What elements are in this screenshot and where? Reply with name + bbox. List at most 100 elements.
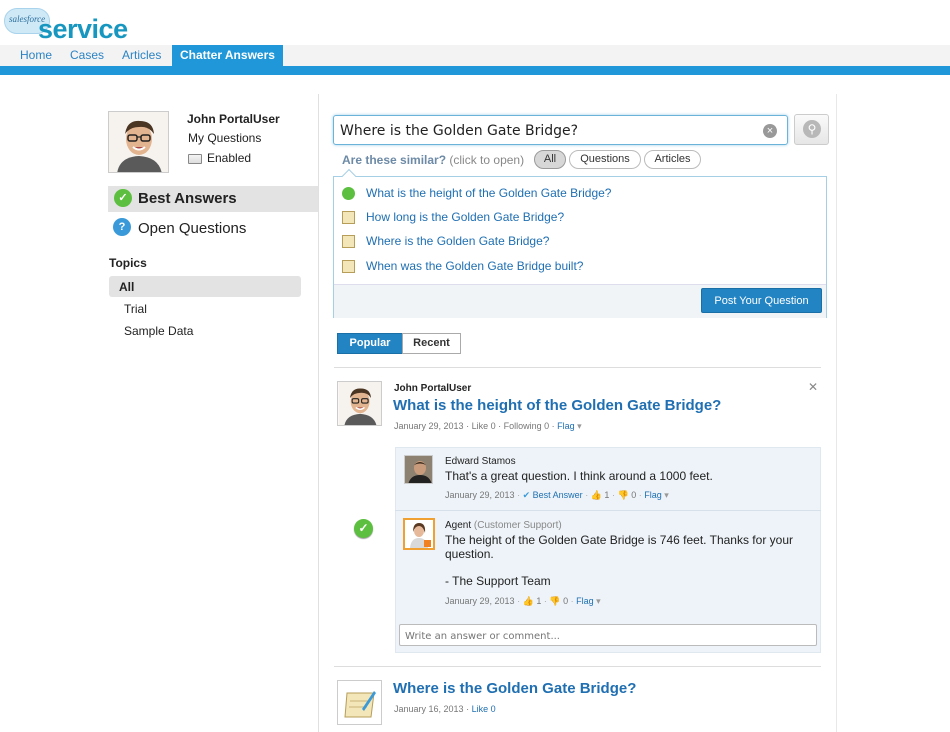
similar-result-text: When was the Golden Gate Bridge built?	[366, 259, 584, 273]
thumbs-up-icon[interactable]: 👍	[523, 596, 534, 606]
filter-questions[interactable]: Questions	[569, 150, 641, 169]
envelope-icon	[188, 153, 202, 164]
filter-articles[interactable]: Articles	[644, 150, 701, 169]
similar-result-text: Where is the Golden Gate Bridge?	[366, 234, 550, 248]
flag-link[interactable]: Flag	[557, 421, 575, 431]
enabled-label: Enabled	[207, 151, 252, 165]
topic-sample-data[interactable]: Sample Data	[124, 324, 193, 338]
tab-chatter-answers[interactable]: Chatter Answers	[172, 45, 283, 66]
reply-author[interactable]: Agent (Customer Support)	[445, 520, 562, 531]
reply-date: January 29, 2013	[445, 490, 515, 500]
similar-result-text: What is the height of the Golden Gate Br…	[366, 186, 612, 200]
chevron-down-icon[interactable]: ▾	[577, 421, 582, 431]
flag-link[interactable]: Flag	[644, 490, 662, 500]
email-notifications-toggle[interactable]: Enabled	[188, 151, 251, 165]
best-answers-nav[interactable]: ✓ Best Answers	[108, 186, 318, 212]
person-avatar-icon	[109, 112, 168, 172]
question-title[interactable]: Where is the Golden Gate Bridge?	[393, 680, 636, 697]
user-avatar[interactable]	[108, 111, 169, 173]
divider	[334, 367, 821, 368]
best-answers-label: Best Answers	[138, 190, 237, 207]
agent-avatar[interactable]	[403, 518, 435, 550]
magnifier-icon: ⚲	[803, 120, 821, 138]
my-questions-link[interactable]: My Questions	[188, 131, 261, 145]
filter-all[interactable]: All	[534, 150, 566, 169]
reply-body: The height of the Golden Gate Bridge is …	[445, 533, 793, 561]
close-icon[interactable]: ✕	[808, 380, 818, 394]
question-date: January 29, 2013	[394, 421, 464, 431]
tab-recent[interactable]: Recent	[402, 333, 461, 354]
post-your-question-button[interactable]: Post Your Question	[701, 288, 822, 313]
reply-author-name: Edward Stamos	[445, 456, 516, 467]
thumbs-down-icon[interactable]: 👎	[549, 596, 560, 606]
down-count: 0	[631, 490, 637, 500]
thumbs-down-icon[interactable]: 👎	[617, 490, 628, 500]
flag-link[interactable]: Flag	[576, 596, 594, 606]
reply-author[interactable]: Edward Stamos	[445, 456, 516, 467]
reply-author-role: (Customer Support)	[473, 520, 562, 531]
divider	[334, 666, 821, 667]
agent-person-icon	[405, 520, 433, 548]
question-note-icon	[342, 211, 355, 224]
reply-author-name: Agent	[445, 520, 472, 531]
topic-all[interactable]: All	[109, 276, 301, 297]
sidebar-divider	[318, 94, 319, 732]
reply-divider	[395, 510, 821, 511]
chevron-down-icon[interactable]: ▾	[596, 596, 601, 606]
following-count[interactable]: Following 0	[504, 421, 550, 431]
reply-body: That's a great question. I think around …	[445, 469, 713, 483]
tab-cases[interactable]: Cases	[70, 45, 104, 66]
answered-check-icon	[342, 187, 355, 200]
header-accent-bar	[0, 66, 950, 75]
user-name[interactable]: John PortalUser	[187, 112, 280, 126]
nav-tabs: Home Cases Articles Chatter Answers	[0, 45, 950, 66]
question-author[interactable]: John PortalUser	[394, 383, 471, 394]
question-date: January 16, 2013	[394, 704, 464, 714]
up-count: 1	[604, 490, 610, 500]
tab-home[interactable]: Home	[20, 45, 52, 66]
best-answer-check-icon: ✔	[522, 490, 531, 500]
question-note-icon	[338, 681, 381, 724]
similar-hint: (click to open)	[449, 153, 525, 167]
similar-label: Are these similar? (click to open)	[342, 153, 524, 167]
topic-all-label: All	[119, 280, 135, 294]
up-count: 1	[536, 596, 542, 606]
question-meta: January 16, 2013 · Like 0	[394, 704, 496, 714]
search-button[interactable]: ⚲	[794, 114, 829, 145]
reply-signature: - The Support Team	[445, 574, 551, 588]
question-mark-icon: ?	[113, 218, 131, 236]
like-count[interactable]: Like 0	[472, 421, 496, 431]
person-avatar-icon	[405, 456, 432, 483]
person-avatar-icon	[338, 382, 381, 425]
question-note-icon	[342, 260, 355, 273]
topics-heading: Topics	[109, 256, 147, 270]
question-type-icon-box	[337, 680, 382, 725]
answer-comment-box[interactable]	[399, 624, 817, 646]
clear-search-icon[interactable]: ×	[763, 124, 777, 138]
app-header: salesforce service cloud	[0, 0, 950, 75]
tab-popular[interactable]: Popular	[337, 333, 403, 354]
topic-trial[interactable]: Trial	[124, 302, 147, 316]
reply-meta: January 29, 2013 · 👍 1 · 👎 0 · Flag ▾	[445, 596, 601, 606]
chevron-down-icon[interactable]: ▾	[664, 490, 669, 500]
question-author-avatar[interactable]	[337, 381, 382, 426]
answer-comment-input[interactable]	[405, 628, 809, 644]
check-icon: ✓	[114, 189, 132, 207]
question-title[interactable]: What is the height of the Golden Gate Br…	[393, 397, 721, 414]
tab-articles[interactable]: Articles	[122, 45, 161, 66]
thumbs-up-icon[interactable]: 👍	[591, 490, 602, 500]
best-answer-link[interactable]: Best Answer	[533, 490, 583, 500]
best-answer-check-icon: ✓	[354, 519, 373, 538]
question-search-box[interactable]: ×	[333, 115, 788, 145]
similar-result-text: How long is the Golden Gate Bridge?	[366, 210, 565, 224]
reply-date: January 29, 2013	[445, 596, 515, 606]
service-cloud-logo[interactable]: salesforce service cloud	[4, 4, 204, 75]
question-meta: January 29, 2013 · Like 0 · Following 0 …	[394, 421, 582, 431]
similar-question: Are these similar?	[342, 153, 447, 167]
search-input[interactable]	[340, 121, 760, 141]
like-link[interactable]: Like 0	[472, 704, 496, 714]
reply-author-avatar[interactable]	[404, 455, 433, 484]
down-count: 0	[563, 596, 569, 606]
question-note-icon	[342, 235, 355, 248]
content-right-border	[836, 94, 837, 732]
